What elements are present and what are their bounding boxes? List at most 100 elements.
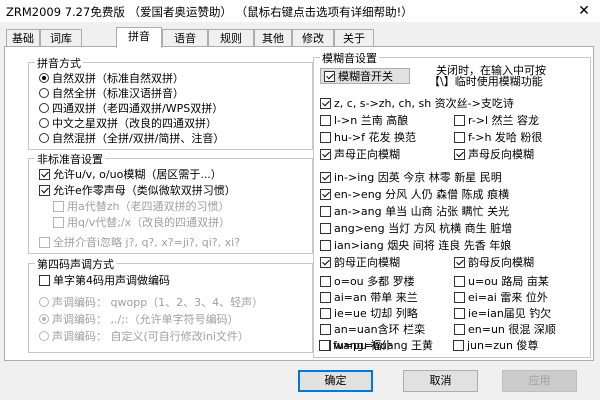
checkbox-icon[interactable]: [320, 222, 331, 234]
checkbox-icon[interactable]: [320, 275, 331, 287]
radio-icon: [39, 297, 49, 307]
option-label: ie=ian届见 钓欠: [468, 307, 552, 320]
option-label: ang>eng 当灯 方风 杭横 商生 脏增: [334, 222, 513, 235]
radio-icon[interactable]: [39, 73, 49, 83]
final-reverse-fuzzy[interactable]: 韵母反向模糊: [454, 255, 534, 269]
checkbox-icon: [53, 216, 64, 228]
option-label: 四通双拼（老四通双拼/WPS双拼）: [52, 102, 224, 115]
fuzzy-final-5[interactable]: ian>iang 烟央 间将 连良 先香 年娘: [320, 238, 511, 252]
checkbox-icon[interactable]: [324, 70, 335, 82]
fuzzy-final-2[interactable]: en->eng 分风 人仍 森僧 陈成 痕横: [320, 187, 509, 201]
tab-about[interactable]: 关于: [334, 29, 374, 46]
checkbox-icon[interactable]: [320, 323, 331, 335]
radio-icon[interactable]: [39, 88, 49, 98]
fuzzy-initial-2[interactable]: l->n 兰南 高酿: [320, 113, 408, 127]
option-label: z, c, s->zh, ch, sh 资次丝->支吃诗: [334, 97, 514, 110]
tab-pinyin[interactable]: 拼音: [116, 27, 162, 48]
fuzzy-other-2[interactable]: u=ou 路局 亩某: [454, 274, 549, 288]
checkbox-icon: [39, 236, 50, 248]
radio-icon[interactable]: [39, 133, 49, 143]
fuzzy-final-4[interactable]: ang>eng 当灯 方风 杭横 商生 脏增: [320, 221, 512, 235]
nonstandard-option-1[interactable]: 允许u/v, o/uo模糊（居区需于...）: [39, 167, 222, 181]
fuzzy-other-5[interactable]: ie=ue 切却 列略: [320, 306, 418, 320]
checkbox-icon[interactable]: [320, 188, 331, 200]
final-forward-fuzzy[interactable]: 韵母正向模糊: [320, 255, 400, 269]
pinyin-mode-option-2[interactable]: 自然全拼（标准汉语拼音）: [39, 86, 184, 100]
option-label: 自然双拼（标准自然双拼）: [52, 72, 184, 85]
checkbox-icon[interactable]: [320, 148, 331, 160]
checkbox-icon[interactable]: [320, 256, 331, 268]
pinyin-mode-option-5[interactable]: 自然混拼（全拼/双拼/简拼、注音）: [39, 131, 224, 145]
fuzzy-group: 模糊音设置 模糊音开关 关闭时，在输入中可按 【\】临时使用模糊功能 z, c,…: [313, 50, 591, 358]
radio-icon[interactable]: [39, 103, 49, 113]
checkbox-icon[interactable]: [454, 323, 465, 335]
pinyin-mode-title: 拼音方式: [35, 55, 83, 71]
tab-bar: 基础 词库 拼音 语音 规则 其他 修改 关于: [4, 27, 594, 48]
nonstandard-title: 非标准音设置: [35, 151, 105, 167]
fuzzy-other-7[interactable]: an=uan含环 栏栾: [320, 322, 425, 336]
radio-icon: [39, 331, 49, 341]
checkbox-icon[interactable]: [39, 274, 50, 286]
initial-forward-fuzzy[interactable]: 声母正向模糊: [320, 147, 400, 161]
fuzzy-other-11[interactable]: jun=zun 俊尊: [453, 338, 538, 352]
fuzzy-initial-4[interactable]: hu->f 花发 换范: [320, 130, 416, 144]
close-button[interactable]: ✕: [572, 1, 596, 21]
checkbox-icon[interactable]: [454, 275, 465, 287]
checkbox-icon[interactable]: [320, 97, 331, 109]
fuzzy-switch-button[interactable]: 模糊音开关: [320, 68, 410, 84]
fuzzy-initial-5[interactable]: f->h 发哈 粉很: [454, 130, 542, 144]
checkbox-icon[interactable]: [453, 339, 464, 351]
checkbox-icon[interactable]: [320, 239, 331, 251]
initial-reverse-fuzzy[interactable]: 声母反向模糊: [454, 147, 534, 161]
cancel-button[interactable]: 取消: [403, 370, 478, 392]
checkbox-icon[interactable]: [454, 291, 465, 303]
option-label: an->ang 单当 山商 沾张 瞒忙 关光: [334, 205, 510, 218]
fuzzy-other-6[interactable]: ie=ian届见 钓欠: [454, 306, 551, 320]
option-label: f->h 发哈 粉很: [468, 131, 543, 144]
pinyin-mode-option-1[interactable]: 自然双拼（标准自然双拼）: [39, 71, 184, 85]
tab-modify[interactable]: 修改: [292, 29, 334, 46]
pinyin-mode-option-4[interactable]: 中文之星双拼（改良的四通双拼）: [39, 116, 217, 130]
checkbox-icon[interactable]: [454, 131, 465, 143]
checkbox-icon[interactable]: [39, 168, 50, 180]
fuzzy-initial-1[interactable]: z, c, s->zh, ch, sh 资次丝->支吃诗: [320, 96, 514, 110]
checkbox-icon[interactable]: [454, 114, 465, 126]
checkbox-icon[interactable]: [319, 339, 330, 351]
option-label: 声调编码： qwopp（1、2、3、4、轻声）: [52, 296, 264, 309]
checkbox-icon[interactable]: [454, 256, 465, 268]
tab-other[interactable]: 其他: [254, 29, 292, 46]
checkbox-icon: [53, 200, 64, 212]
checkbox-icon[interactable]: [320, 307, 331, 319]
checkbox-icon[interactable]: [320, 205, 331, 217]
tab-rules[interactable]: 规则: [208, 29, 254, 46]
fuzzy-final-3[interactable]: an->ang 单当 山商 沾张 瞒忙 关光: [320, 204, 509, 218]
checkbox-icon[interactable]: [454, 148, 465, 160]
fuzzy-other-1[interactable]: o=ou 多都 罗楼: [320, 274, 415, 288]
fuzzy-other-8[interactable]: en=un 很混 深顺: [454, 322, 556, 336]
tab-dictionary[interactable]: 词库: [40, 29, 82, 46]
fuzzy-other-3[interactable]: ai=an 带单 来兰: [320, 290, 418, 304]
nonstandard-option-4: 用q/v代替;/x（改良的四通双拼）: [53, 215, 230, 229]
pinyin-mode-option-3[interactable]: 四通双拼（老四通双拼/WPS双拼）: [39, 101, 223, 115]
checkbox-icon[interactable]: [320, 131, 331, 143]
checkbox-icon[interactable]: [454, 307, 465, 319]
fuzzy-initial-3[interactable]: r->l 然兰 容龙: [454, 113, 539, 127]
tab-voice[interactable]: 语音: [162, 29, 208, 46]
ok-button[interactable]: 确定: [298, 370, 373, 392]
option-label: 允许u/v, o/uo模糊（居区需于...）: [53, 168, 222, 181]
settings-window: ZRM2009 7.27免费版 （爱国者奥运赞助） （鼠标右键点击选项有详细帮助…: [0, 0, 600, 400]
checkbox-icon[interactable]: [39, 184, 50, 196]
pinyin-mode-group: 拼音方式 自然双拼（标准自然双拼） 自然全拼（标准汉语拼音） 四通双拼（老四通双…: [28, 55, 313, 150]
checkbox-icon[interactable]: [320, 114, 331, 126]
checkbox-icon[interactable]: [320, 291, 331, 303]
fuzzy-other-4[interactable]: ei=ai 雷来 位外: [454, 290, 548, 304]
radio-icon[interactable]: [39, 118, 49, 128]
fourth-code-checkbox[interactable]: 单字第4码用声调做编码: [39, 273, 170, 287]
checkbox-icon[interactable]: [320, 171, 331, 183]
option-label: 单字第4码用声调做编码: [53, 274, 170, 287]
fuzzy-final-1[interactable]: in->ing 因英 今京 林零 新星 民明: [320, 170, 502, 184]
tab-basic[interactable]: 基础: [6, 29, 40, 46]
nonstandard-option-2[interactable]: 允许e作零声母（类似微软双拼习惯）: [39, 183, 236, 197]
option-label: 自然全拼（标准汉语拼音）: [52, 87, 184, 100]
fuzzy-other-10[interactable]: fu=pu 福仆: [319, 338, 393, 352]
